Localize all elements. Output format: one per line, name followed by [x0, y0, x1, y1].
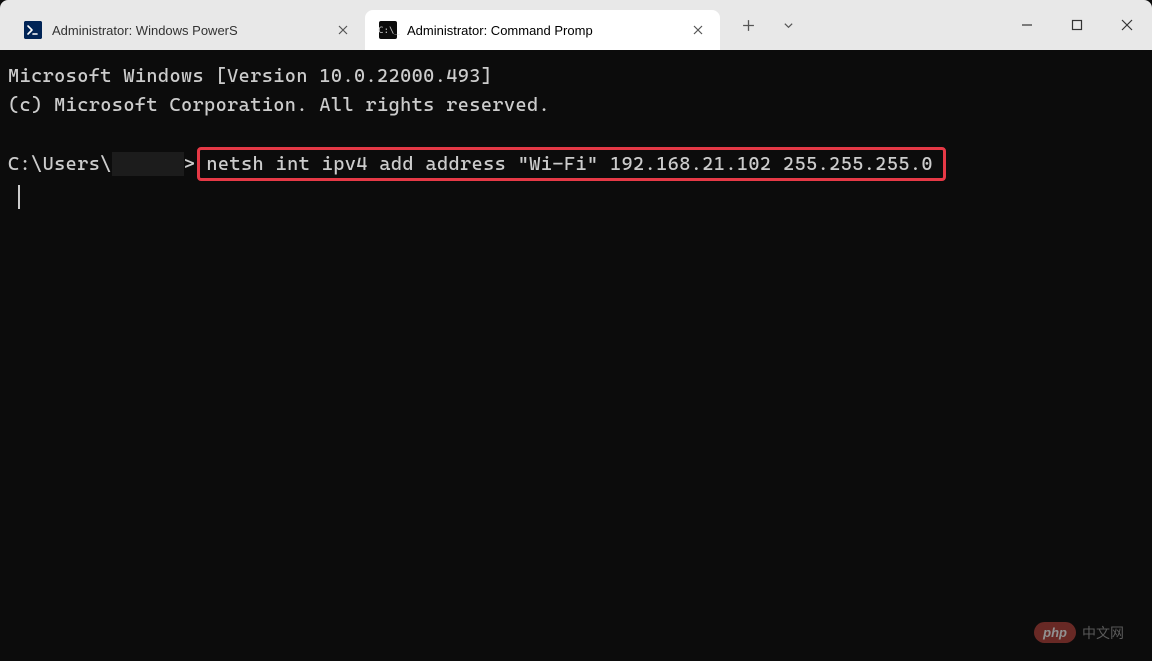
watermark-text: 中文网 — [1082, 623, 1124, 643]
titlebar: Administrator: Windows PowerS C:\_ Admin… — [0, 0, 1152, 50]
watermark: php 中文网 — [1034, 622, 1124, 643]
minimize-button[interactable] — [1002, 0, 1052, 50]
tab-powershell[interactable]: Administrator: Windows PowerS — [10, 10, 365, 50]
powershell-icon — [24, 21, 42, 39]
redacted-username — [112, 152, 184, 176]
terminal-output-line: (c) Microsoft Corporation. All rights re… — [8, 91, 1144, 120]
tab-close-button[interactable] — [688, 20, 708, 40]
terminal-content[interactable]: Microsoft Windows [Version 10.0.22000.49… — [0, 50, 1152, 225]
tab-strip: Administrator: Windows PowerS C:\_ Admin… — [0, 0, 720, 50]
terminal-cursor — [18, 185, 20, 209]
terminal-output-line: Microsoft Windows [Version 10.0.22000.49… — [8, 62, 1144, 91]
maximize-button[interactable] — [1052, 0, 1102, 50]
tab-dropdown-button[interactable] — [768, 5, 808, 45]
watermark-badge: php — [1034, 622, 1076, 643]
tab-close-button[interactable] — [333, 20, 353, 40]
highlighted-command: netsh int ipv4 add address "Wi-Fi" 192.1… — [197, 147, 946, 181]
tab-cmd[interactable]: C:\_ Administrator: Command Promp — [365, 10, 720, 50]
window-close-button[interactable] — [1102, 0, 1152, 50]
tab-title: Administrator: Command Promp — [407, 23, 678, 38]
titlebar-actions — [720, 0, 808, 50]
cmd-icon: C:\_ — [379, 21, 397, 39]
titlebar-drag-area[interactable] — [808, 0, 1002, 50]
window-controls — [1002, 0, 1152, 50]
terminal-prompt-line: C:\Users\ > netsh int ipv4 add address "… — [8, 147, 1144, 181]
prompt-path-prefix: C:\Users\ — [8, 153, 112, 175]
prompt-suffix: > — [184, 153, 196, 175]
tab-title: Administrator: Windows PowerS — [52, 23, 323, 38]
new-tab-button[interactable] — [728, 5, 768, 45]
